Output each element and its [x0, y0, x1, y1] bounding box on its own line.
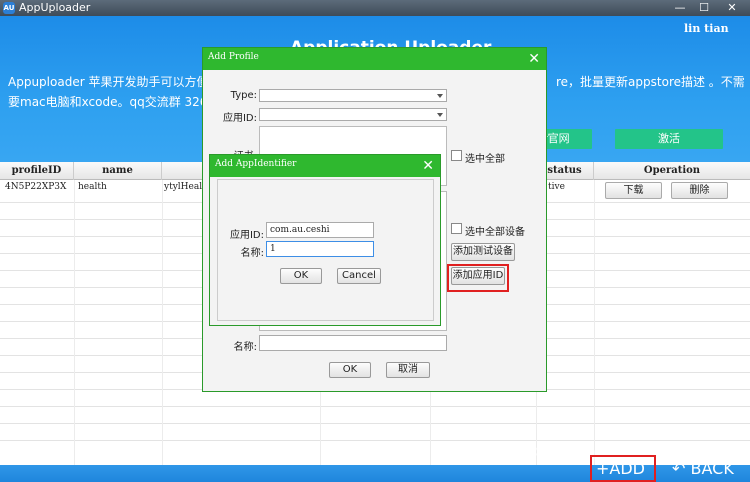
row-status: tive: [548, 182, 565, 192]
type-select[interactable]: [259, 89, 447, 102]
select-all-label: 选中全部: [465, 154, 505, 165]
identifier-cancel-button[interactable]: Cancel: [337, 268, 381, 284]
add-label: ADD: [609, 459, 645, 478]
identifier-ok-button[interactable]: OK: [280, 268, 322, 284]
description-left: Appuploader 苹果开发助手可以方便: [8, 75, 209, 89]
chevron-down-icon: [437, 94, 443, 98]
description-right: re，批量更新appstore描述 。不需: [556, 75, 745, 89]
download-button[interactable]: 下载: [605, 182, 662, 199]
chevron-down-icon: [437, 113, 443, 117]
app-logo-icon: AU: [3, 2, 15, 14]
identifier-name-label: 名称:: [240, 248, 264, 259]
activate-button[interactable]: 激活: [615, 129, 723, 149]
profile-name-label: 名称:: [233, 342, 257, 353]
add-profile-close-icon[interactable]: ✕: [528, 50, 540, 68]
close-window-button[interactable]: ✕: [716, 1, 748, 15]
row-divider: [0, 423, 750, 424]
delete-button[interactable]: 删除: [671, 182, 728, 199]
plus-icon: +: [596, 459, 610, 478]
cancel-button[interactable]: 取消: [386, 362, 430, 378]
identifier-app-id-label: 应用ID:: [229, 230, 264, 241]
maximize-button[interactable]: ☐: [694, 1, 714, 15]
title-bar: AU AppUploader — ☐ ✕: [0, 0, 750, 16]
row-profile-id: 4N5P22XP3X: [5, 182, 67, 192]
user-name[interactable]: lin tian: [684, 22, 729, 35]
description-line2: 要mac电脑和xcode。qq交流群 326-: [8, 95, 212, 109]
app-id-select[interactable]: [259, 108, 447, 121]
profile-name-input[interactable]: [259, 335, 447, 351]
add-profile-titlebar: Add Profile ✕: [203, 48, 546, 70]
identifier-name-input[interactable]: 1: [266, 241, 374, 257]
row-divider: [0, 406, 750, 407]
back-arrow-icon: ↶: [672, 459, 686, 478]
minimize-button[interactable]: —: [670, 1, 690, 15]
row-name: health: [78, 182, 107, 192]
window-title: AppUploader: [19, 1, 91, 14]
column-divider: [162, 180, 163, 465]
column-operation[interactable]: Operation: [594, 162, 750, 180]
back-label: BACK: [690, 459, 734, 478]
add-identifier-close-icon[interactable]: ✕: [422, 157, 434, 175]
add-button[interactable]: +ADD: [590, 455, 656, 482]
ok-button[interactable]: OK: [329, 362, 371, 378]
column-divider: [74, 180, 75, 465]
add-identifier-dialog: Add AppIdentifier ✕ 应用ID: com.au.ceshi 名…: [209, 154, 441, 326]
add-profile-title: Add Profile: [208, 52, 259, 62]
select-all-devices-checkbox[interactable]: [451, 223, 462, 234]
highlight-box: [447, 264, 509, 292]
app-id-label: 应用ID:: [222, 113, 257, 124]
select-all-devices-label: 选中全部设备: [465, 227, 525, 238]
select-all-checkbox[interactable]: [451, 150, 462, 161]
add-test-device-button[interactable]: 添加测试设备: [451, 243, 515, 261]
column-profile-id[interactable]: profileID: [0, 162, 74, 180]
add-identifier-title: Add AppIdentifier: [215, 159, 297, 169]
column-name[interactable]: name: [74, 162, 162, 180]
back-button[interactable]: ↶ BACK: [672, 457, 734, 481]
type-label: Type:: [230, 90, 257, 101]
column-divider: [594, 180, 595, 465]
add-identifier-titlebar: Add AppIdentifier ✕: [210, 155, 440, 177]
identifier-app-id-input[interactable]: com.au.ceshi: [266, 222, 374, 238]
